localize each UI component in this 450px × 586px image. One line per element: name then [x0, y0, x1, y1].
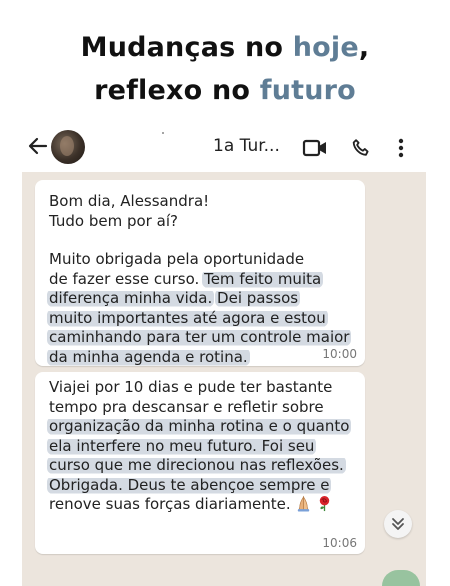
message-bubble-2[interactable]: Viajei por 10 dias e pude ter bastante t…	[35, 372, 365, 554]
highlighted-text: Obrigada. Deus te abençoe sempre e	[47, 475, 332, 494]
message-1-timestamp: 10:00	[322, 347, 357, 361]
double-chevron-down-icon	[392, 518, 404, 530]
highlighted-text: Tem feito muita	[202, 269, 324, 288]
message-2-timestamp: 10:06	[322, 536, 357, 550]
message-2-text: Viajei por 10 dias e pude ter bastante t…	[47, 378, 352, 513]
praying-hands-icon	[297, 495, 309, 512]
highlighted-text: da minha agenda e rotina.	[47, 347, 250, 366]
rose-icon	[319, 495, 329, 512]
highlighted-text: caminhando para ter um controle maior	[47, 328, 352, 346]
highlighted-text: Dei passos	[215, 289, 301, 307]
video-call-icon[interactable]	[302, 138, 328, 158]
headline-line-2: reflexo no futuro	[94, 75, 356, 106]
avatar[interactable]	[51, 130, 85, 164]
highlighted-text: curso que me direcionou nas reflexões.	[47, 456, 346, 474]
message-1-text: Bom dia, Alessandra! Tudo bem por aí? Mu…	[47, 192, 352, 366]
highlighted-text: organização da minha rotina e o quanto	[47, 417, 352, 435]
highlighted-text: diferença minha vida.	[47, 289, 215, 307]
back-arrow-icon[interactable]	[26, 134, 50, 158]
more-options-icon[interactable]	[395, 137, 407, 159]
decorative-dot	[162, 132, 164, 134]
headline-line-1: Mudanças no hoje,	[80, 32, 370, 63]
headline-highlight-futuro: futuro	[259, 75, 356, 106]
scroll-to-bottom-button[interactable]	[384, 510, 412, 538]
contact-name[interactable]: 1a Tur...	[213, 136, 280, 156]
headline-highlight-hoje: hoje	[292, 32, 359, 63]
highlighted-text: ela interfere no meu futuro. Foi seu	[47, 436, 317, 455]
voice-call-icon[interactable]	[350, 137, 372, 159]
headline: Mudanças no hoje, reflexo no futuro	[0, 26, 450, 112]
message-bubble-1[interactable]: Bom dia, Alessandra! Tudo bem por aí? Mu…	[35, 180, 365, 366]
highlighted-text: muito importantes até agora e estou	[47, 308, 328, 327]
